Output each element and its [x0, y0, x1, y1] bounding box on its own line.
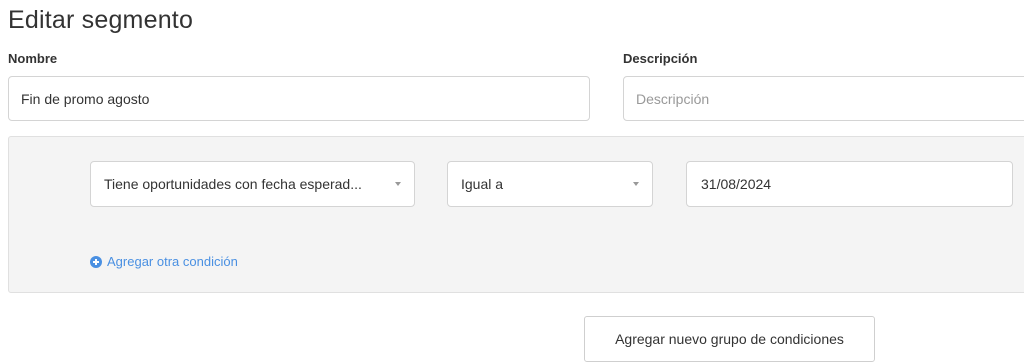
condition-operator-value: Igual a	[461, 176, 504, 192]
condition-value-text: 31/08/2024	[701, 176, 772, 192]
condition-operator-select[interactable]: Igual a	[447, 161, 653, 207]
name-field[interactable]: Fin de promo agosto	[8, 76, 590, 121]
add-condition-group-button[interactable]: Agregar nuevo grupo de condiciones	[584, 316, 875, 362]
condition-value-field[interactable]: 31/08/2024	[686, 161, 1013, 207]
condition-field-value: Tiene oportunidades con fecha esperad...	[104, 176, 362, 192]
plus-circle-icon	[90, 255, 102, 268]
description-field[interactable]: Descripción	[623, 76, 1024, 121]
condition-field-select[interactable]: Tiene oportunidades con fecha esperad...	[90, 161, 415, 207]
chevron-down-icon	[395, 182, 401, 186]
add-condition-link[interactable]: Agregar otra condición	[90, 254, 238, 269]
condition-group: Tiene oportunidades con fecha esperad...…	[8, 136, 1024, 293]
description-label: Descripción	[623, 51, 698, 66]
add-condition-group-label: Agregar nuevo grupo de condiciones	[615, 331, 844, 347]
chevron-down-icon	[633, 182, 639, 186]
name-label: Nombre	[8, 51, 58, 66]
page-title: Editar segmento	[8, 6, 194, 34]
add-condition-label: Agregar otra condición	[107, 254, 238, 269]
